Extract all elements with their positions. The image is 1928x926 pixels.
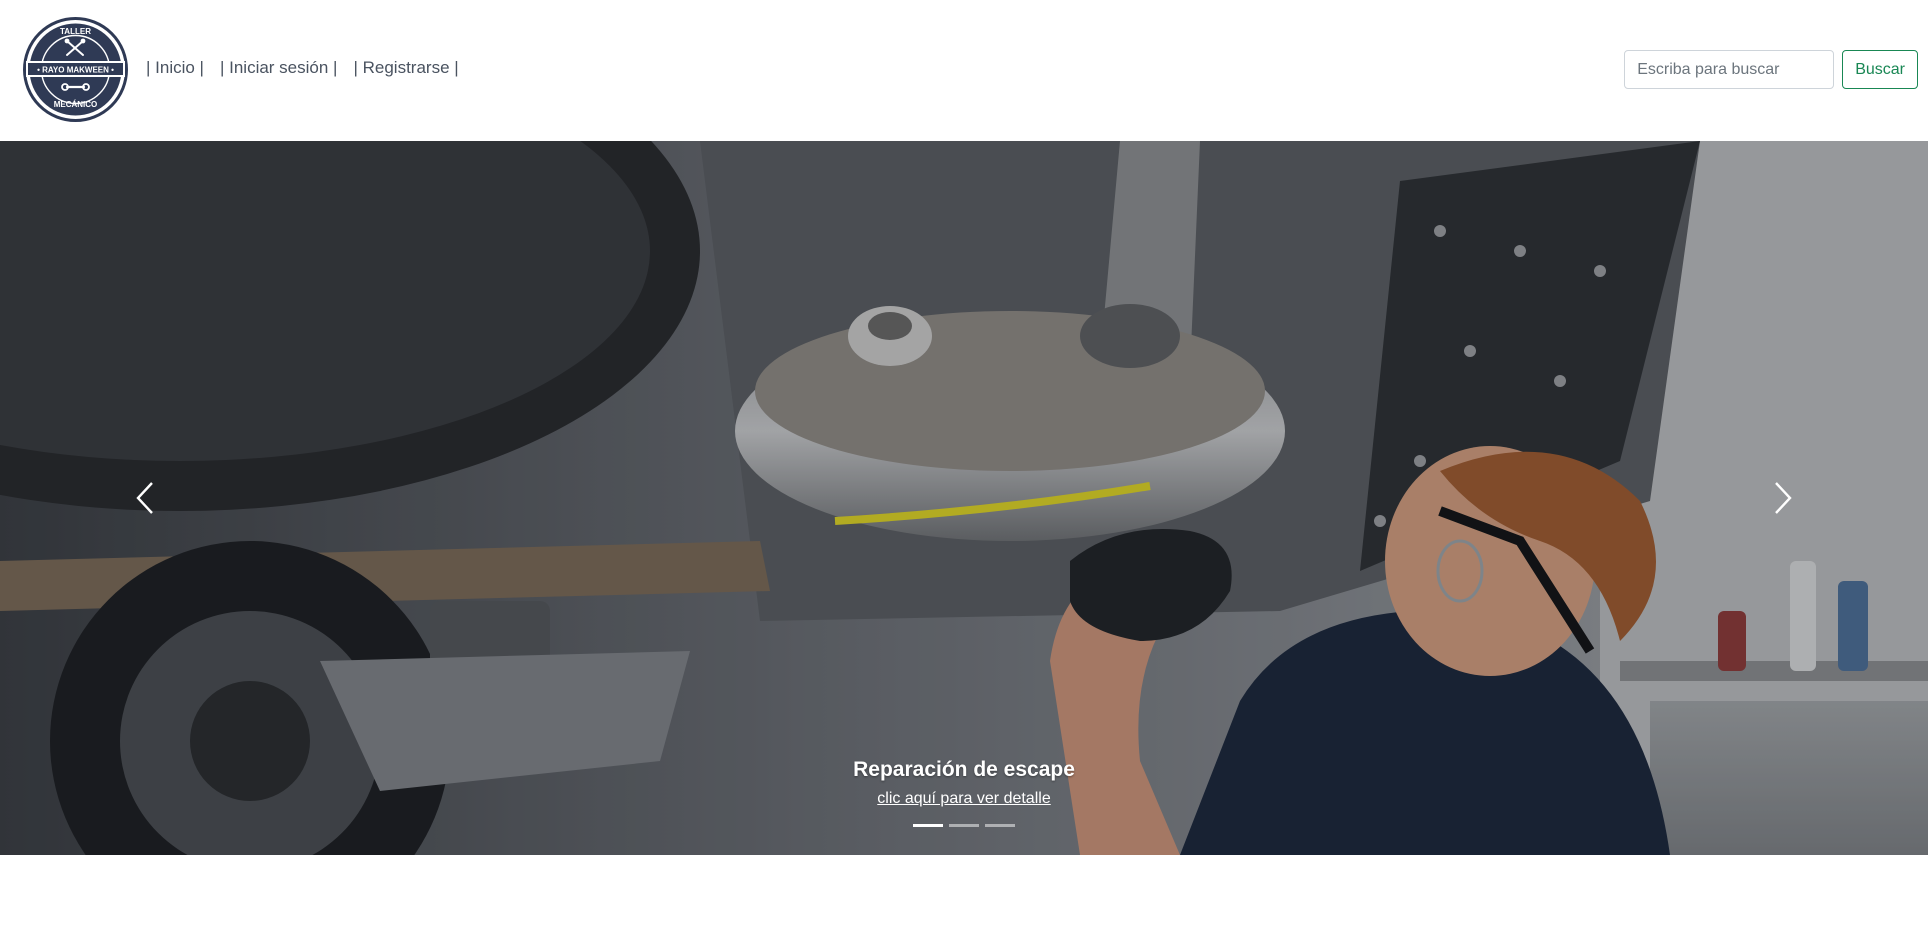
brand-logo: TALLER • RAYO MAKWEEN • MECÁNICO	[23, 17, 128, 122]
nav-link-registrarse[interactable]: | Registrarse |	[353, 58, 458, 78]
search-form: Buscar	[1624, 50, 1918, 89]
chevron-left-icon	[136, 482, 153, 514]
carousel-caption: Reparación de escape clic aquí para ver …	[0, 758, 1928, 808]
svg-text:• RAYO MAKWEEN •: • RAYO MAKWEEN •	[37, 66, 114, 75]
nav-link-inicio[interactable]: | Inicio |	[146, 58, 204, 78]
carousel-indicator-3[interactable]	[985, 824, 1015, 827]
carousel-next-button[interactable]	[1638, 141, 1928, 855]
main-nav: | Inicio | | Iniciar sesión | | Registra…	[146, 58, 459, 78]
carousel-indicators	[0, 824, 1928, 827]
caption-title: Reparación de escape	[853, 758, 1075, 781]
navbar: TALLER • RAYO MAKWEEN • MECÁNICO | Inici…	[0, 0, 1928, 141]
caption-detail-link[interactable]: clic aquí para ver detalle	[877, 790, 1050, 808]
nav-link-iniciar-sesion[interactable]: | Iniciar sesión |	[220, 58, 338, 78]
svg-text:MECÁNICO: MECÁNICO	[54, 100, 98, 109]
svg-text:TALLER: TALLER	[60, 27, 91, 36]
search-input[interactable]	[1624, 50, 1835, 89]
carousel-prev-button[interactable]	[0, 141, 290, 855]
carousel-indicator-2[interactable]	[949, 824, 979, 827]
carousel-indicator-1[interactable]	[913, 824, 943, 827]
chevron-right-icon	[1775, 482, 1792, 514]
search-button[interactable]: Buscar	[1842, 50, 1918, 89]
hero-carousel: Reparación de escape clic aquí para ver …	[0, 141, 1928, 855]
